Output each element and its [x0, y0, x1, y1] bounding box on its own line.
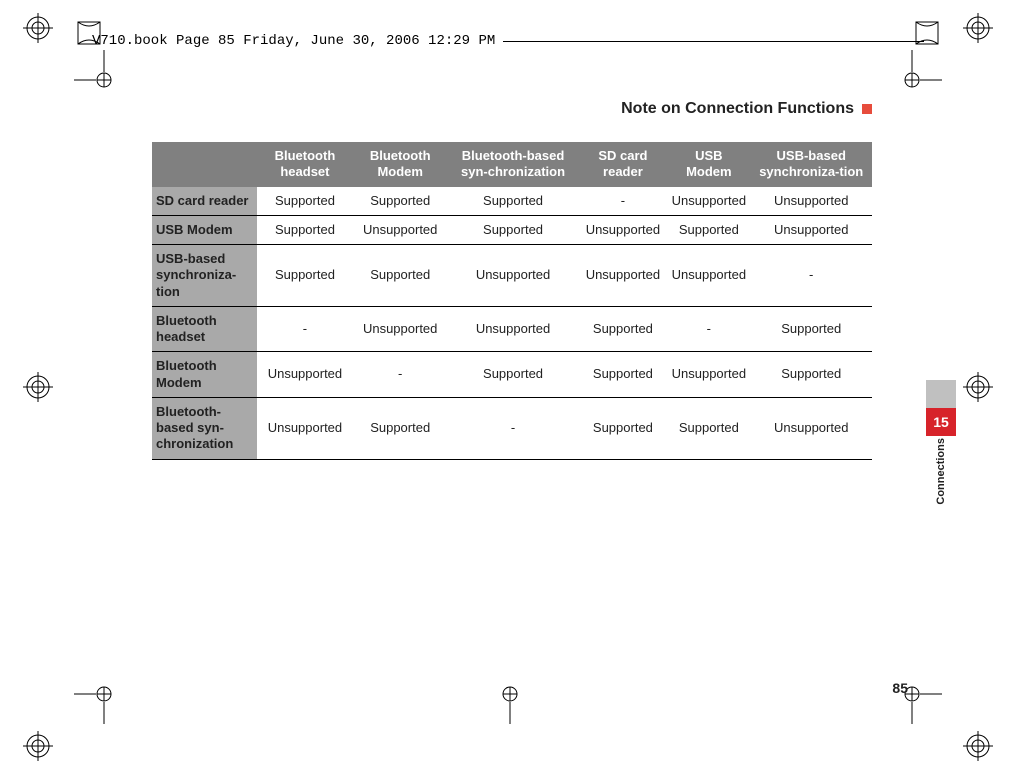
crop-mark-icon — [480, 664, 540, 724]
registration-mark-icon — [963, 372, 993, 402]
table-row-header: Bluetooth-based syn-chronization — [152, 397, 257, 459]
table-cell: - — [667, 306, 750, 352]
crop-mark-icon — [882, 50, 942, 110]
registration-mark-icon — [963, 731, 993, 761]
table-row-header: USB Modem — [152, 215, 257, 244]
tab-spacer — [926, 380, 956, 408]
table-column-header: USB Modem — [667, 142, 750, 187]
registration-mark-icon — [963, 13, 993, 43]
table-cell: Unsupported — [667, 352, 750, 398]
table-cell: Supported — [750, 306, 872, 352]
crop-mark-icon — [882, 664, 942, 724]
table-row: Bluetooth headset - Unsupported Unsuppor… — [152, 306, 872, 352]
table-cell: Supported — [667, 215, 750, 244]
table-row-header: SD card reader — [152, 187, 257, 216]
table-row: USB-based synchroniza-tion Supported Sup… — [152, 245, 872, 307]
document-filename: V710.book Page 85 Friday, June 30, 2006 … — [92, 33, 495, 49]
table-cell: Supported — [579, 352, 668, 398]
table-cell: Supported — [257, 215, 353, 244]
table-cell: Unsupported — [448, 306, 579, 352]
table-row: Bluetooth-based syn-chronization Unsuppo… — [152, 397, 872, 459]
chapter-number: 15 — [926, 408, 956, 436]
table-cell: Unsupported — [448, 245, 579, 307]
table-column-header: USB-based synchroniza-tion — [750, 142, 872, 187]
table-row: SD card reader Supported Supported Suppo… — [152, 187, 872, 216]
table-cell: Unsupported — [750, 215, 872, 244]
table-column-header: Bluetooth Modem — [353, 142, 448, 187]
title-marker-icon — [862, 104, 872, 114]
table-cell: Unsupported — [353, 215, 448, 244]
table-cell: Unsupported — [257, 397, 353, 459]
table-cell: Supported — [353, 397, 448, 459]
table-column-header: Bluetooth headset — [257, 142, 353, 187]
table-cell: - — [750, 245, 872, 307]
table-cell: Supported — [448, 352, 579, 398]
registration-mark-icon — [23, 372, 53, 402]
table-cell: Unsupported — [353, 306, 448, 352]
divider — [503, 41, 924, 42]
table-cell: - — [257, 306, 353, 352]
registration-mark-icon — [23, 13, 53, 43]
table-cell: Unsupported — [667, 245, 750, 307]
page-title-row: Note on Connection Functions — [152, 100, 872, 118]
table-cell: Unsupported — [750, 187, 872, 216]
table-corner — [152, 142, 257, 187]
table-cell: Supported — [353, 245, 448, 307]
page-number: 85 — [892, 680, 908, 696]
table-cell: Supported — [667, 397, 750, 459]
table-row: Bluetooth Modem Unsupported - Supported … — [152, 352, 872, 398]
table-cell: - — [579, 187, 668, 216]
page-title: Note on Connection Functions — [621, 100, 854, 118]
table-cell: Supported — [448, 187, 579, 216]
table-cell: Unsupported — [579, 215, 668, 244]
chapter-name: Connections — [935, 438, 947, 505]
table-cell: Unsupported — [667, 187, 750, 216]
crop-mark-icon — [74, 664, 134, 724]
table-row: USB Modem Supported Unsupported Supporte… — [152, 215, 872, 244]
crop-mark-icon — [74, 50, 134, 110]
table-cell: Supported — [353, 187, 448, 216]
table-cell: - — [448, 397, 579, 459]
table-cell: Supported — [579, 306, 668, 352]
table-column-header: SD card reader — [579, 142, 668, 187]
table-cell: Unsupported — [579, 245, 668, 307]
table-cell: Supported — [257, 245, 353, 307]
compatibility-table: Bluetooth headset Bluetooth Modem Blueto… — [152, 142, 872, 460]
table-cell: Supported — [750, 352, 872, 398]
table-cell: Supported — [448, 215, 579, 244]
table-row-header: Bluetooth Modem — [152, 352, 257, 398]
table-cell: Unsupported — [750, 397, 872, 459]
table-cell: Unsupported — [257, 352, 353, 398]
table-row-header: USB-based synchroniza-tion — [152, 245, 257, 307]
chapter-tab: 15 Connections — [926, 380, 956, 505]
document-header: V710.book Page 85 Friday, June 30, 2006 … — [92, 33, 924, 49]
table-column-header: Bluetooth-based syn-chronization — [448, 142, 579, 187]
table-cell: - — [353, 352, 448, 398]
table-row-header: Bluetooth headset — [152, 306, 257, 352]
table-cell: Supported — [257, 187, 353, 216]
registration-mark-icon — [23, 731, 53, 761]
table-cell: Supported — [579, 397, 668, 459]
